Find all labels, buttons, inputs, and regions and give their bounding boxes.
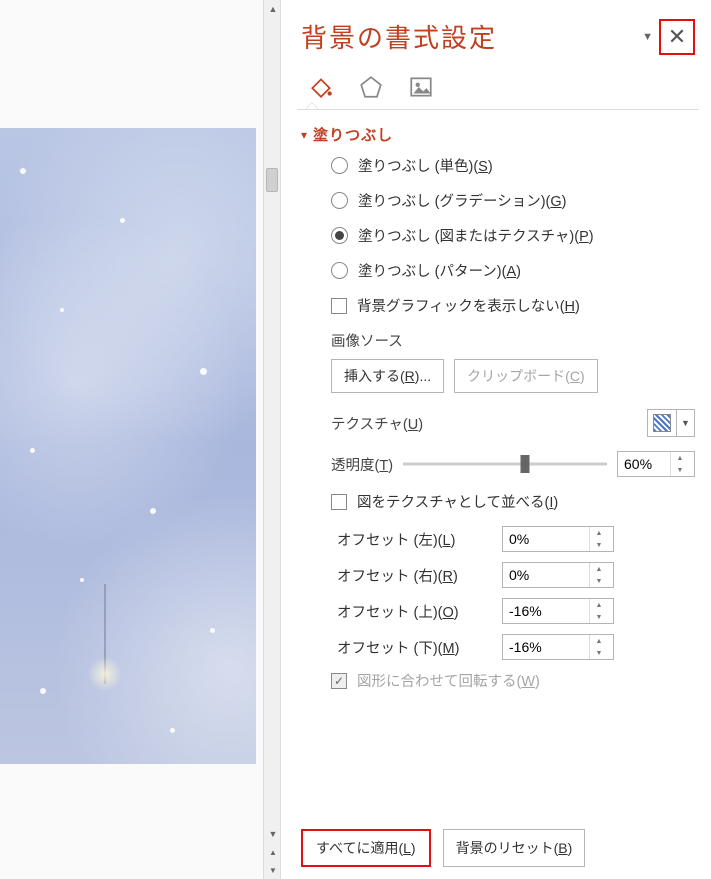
offset-bottom-input[interactable] (503, 639, 589, 655)
checkbox-rotate-label: 図形に合わせて回転する(W) (357, 670, 540, 691)
scroll-up-arrow[interactable]: ▲ (264, 0, 282, 18)
radio-pattern-fill[interactable]: 塗りつぶし (パターン)(A) (331, 260, 695, 281)
radio-icon (331, 157, 348, 174)
spin-down-icon[interactable]: ▼ (590, 539, 608, 551)
radio-icon (331, 227, 348, 244)
offset-top-spinbox[interactable]: ▲▼ (502, 598, 614, 624)
collapse-triangle-icon: ▾ (301, 128, 307, 142)
spin-down-icon[interactable]: ▼ (590, 647, 608, 659)
category-tabs (305, 71, 695, 103)
transparency-input[interactable] (618, 456, 670, 472)
reset-background-button[interactable]: 背景のリセット(B) (443, 829, 586, 867)
spin-down-icon[interactable]: ▼ (590, 611, 608, 623)
spin-down-icon[interactable]: ▼ (671, 464, 689, 476)
offset-top-input[interactable] (503, 603, 589, 619)
paint-bucket-icon (308, 74, 334, 100)
radio-gradient-label: 塗りつぶし (グラデーション)(G) (358, 190, 567, 211)
next-slide-button[interactable]: ▼ (264, 861, 282, 879)
offset-left-label: オフセット (左)(L) (337, 529, 502, 550)
scroll-down-arrow[interactable]: ▼ (264, 825, 282, 843)
panel-title: 背景の書式設定 (301, 18, 636, 55)
radio-picture-fill[interactable]: 塗りつぶし (図またはテクスチャ)(P) (331, 225, 695, 246)
preview-column (0, 0, 263, 879)
transparency-spinbox[interactable]: ▲▼ (617, 451, 695, 477)
checkbox-icon: ✓ (331, 673, 347, 689)
radio-pattern-label: 塗りつぶし (パターン)(A) (358, 260, 521, 281)
section-fill-header[interactable]: ▾ 塗りつぶし (301, 124, 695, 145)
checkbox-icon (331, 494, 347, 510)
close-button[interactable]: ✕ (659, 19, 695, 55)
checkbox-tile-label: 図をテクスチャとして並べる(I) (357, 491, 558, 512)
spin-up-icon[interactable]: ▲ (671, 452, 689, 464)
offset-bottom-spinbox[interactable]: ▲▼ (502, 634, 614, 660)
spin-up-icon[interactable]: ▲ (590, 635, 608, 647)
picture-icon (408, 74, 434, 100)
panel-options-dropdown[interactable]: ▼ (636, 25, 659, 49)
tab-effects[interactable] (355, 71, 387, 103)
image-source-label: 画像ソース (331, 330, 695, 351)
checkbox-hide-bg-label: 背景グラフィックを表示しない(H) (357, 295, 580, 316)
checkbox-rotate-with-shape: ✓ 図形に合わせて回転する(W) (331, 670, 695, 691)
spin-up-icon[interactable]: ▲ (590, 599, 608, 611)
offset-left-input[interactable] (503, 531, 589, 547)
slide-preview (0, 128, 256, 764)
vertical-scrollbar[interactable]: ▲ ▼ ▲ ▼ (263, 0, 281, 879)
radio-solid-label: 塗りつぶし (単色)(S) (358, 155, 493, 176)
slider-thumb[interactable] (521, 455, 530, 473)
offset-left-spinbox[interactable]: ▲▼ (502, 526, 614, 552)
spin-up-icon[interactable]: ▲ (590, 563, 608, 575)
apply-to-all-button[interactable]: すべてに適用(L) (301, 829, 431, 867)
scrollbar-track[interactable] (264, 18, 280, 825)
offset-right-input[interactable] (503, 567, 589, 583)
radio-icon (331, 192, 348, 209)
texture-picker-button[interactable] (647, 409, 677, 437)
radio-gradient-fill[interactable]: 塗りつぶし (グラデーション)(G) (331, 190, 695, 211)
texture-dropdown-button[interactable]: ▼ (677, 409, 695, 437)
checkbox-tile-texture[interactable]: 図をテクスチャとして並べる(I) (331, 491, 695, 512)
radio-solid-fill[interactable]: 塗りつぶし (単色)(S) (331, 155, 695, 176)
texture-swatch-icon (653, 414, 671, 432)
spin-up-icon[interactable]: ▲ (590, 527, 608, 539)
lamp-decoration (85, 584, 125, 744)
texture-label: テクスチャ(U) (331, 413, 647, 434)
prev-slide-button[interactable]: ▲ (264, 843, 282, 861)
offset-top-label: オフセット (上)(O) (337, 601, 502, 622)
tab-picture[interactable] (405, 71, 437, 103)
offset-right-spinbox[interactable]: ▲▼ (502, 562, 614, 588)
transparency-slider[interactable] (403, 454, 607, 474)
radio-icon (331, 262, 348, 279)
pentagon-icon (358, 74, 384, 100)
scrollbar-thumb[interactable] (266, 168, 278, 192)
offset-bottom-label: オフセット (下)(M) (337, 637, 502, 658)
tab-fill[interactable] (305, 71, 337, 103)
format-background-panel: 背景の書式設定 ▼ ✕ ▾ 塗りつぶし 塗りつぶし (単色)(S) 塗りつぶし … (281, 0, 711, 879)
section-fill-label: 塗りつぶし (313, 124, 393, 145)
checkbox-hide-bg-graphics[interactable]: 背景グラフィックを表示しない(H) (331, 295, 695, 316)
checkbox-icon (331, 298, 347, 314)
insert-image-button[interactable]: 挿入する(R)... (331, 359, 444, 393)
radio-picture-label: 塗りつぶし (図またはテクスチャ)(P) (358, 225, 594, 246)
offset-right-label: オフセット (右)(R) (337, 565, 502, 586)
spin-down-icon[interactable]: ▼ (590, 575, 608, 587)
clipboard-button: クリップボード(C) (454, 359, 597, 393)
transparency-label: 透明度(T) (331, 454, 393, 475)
